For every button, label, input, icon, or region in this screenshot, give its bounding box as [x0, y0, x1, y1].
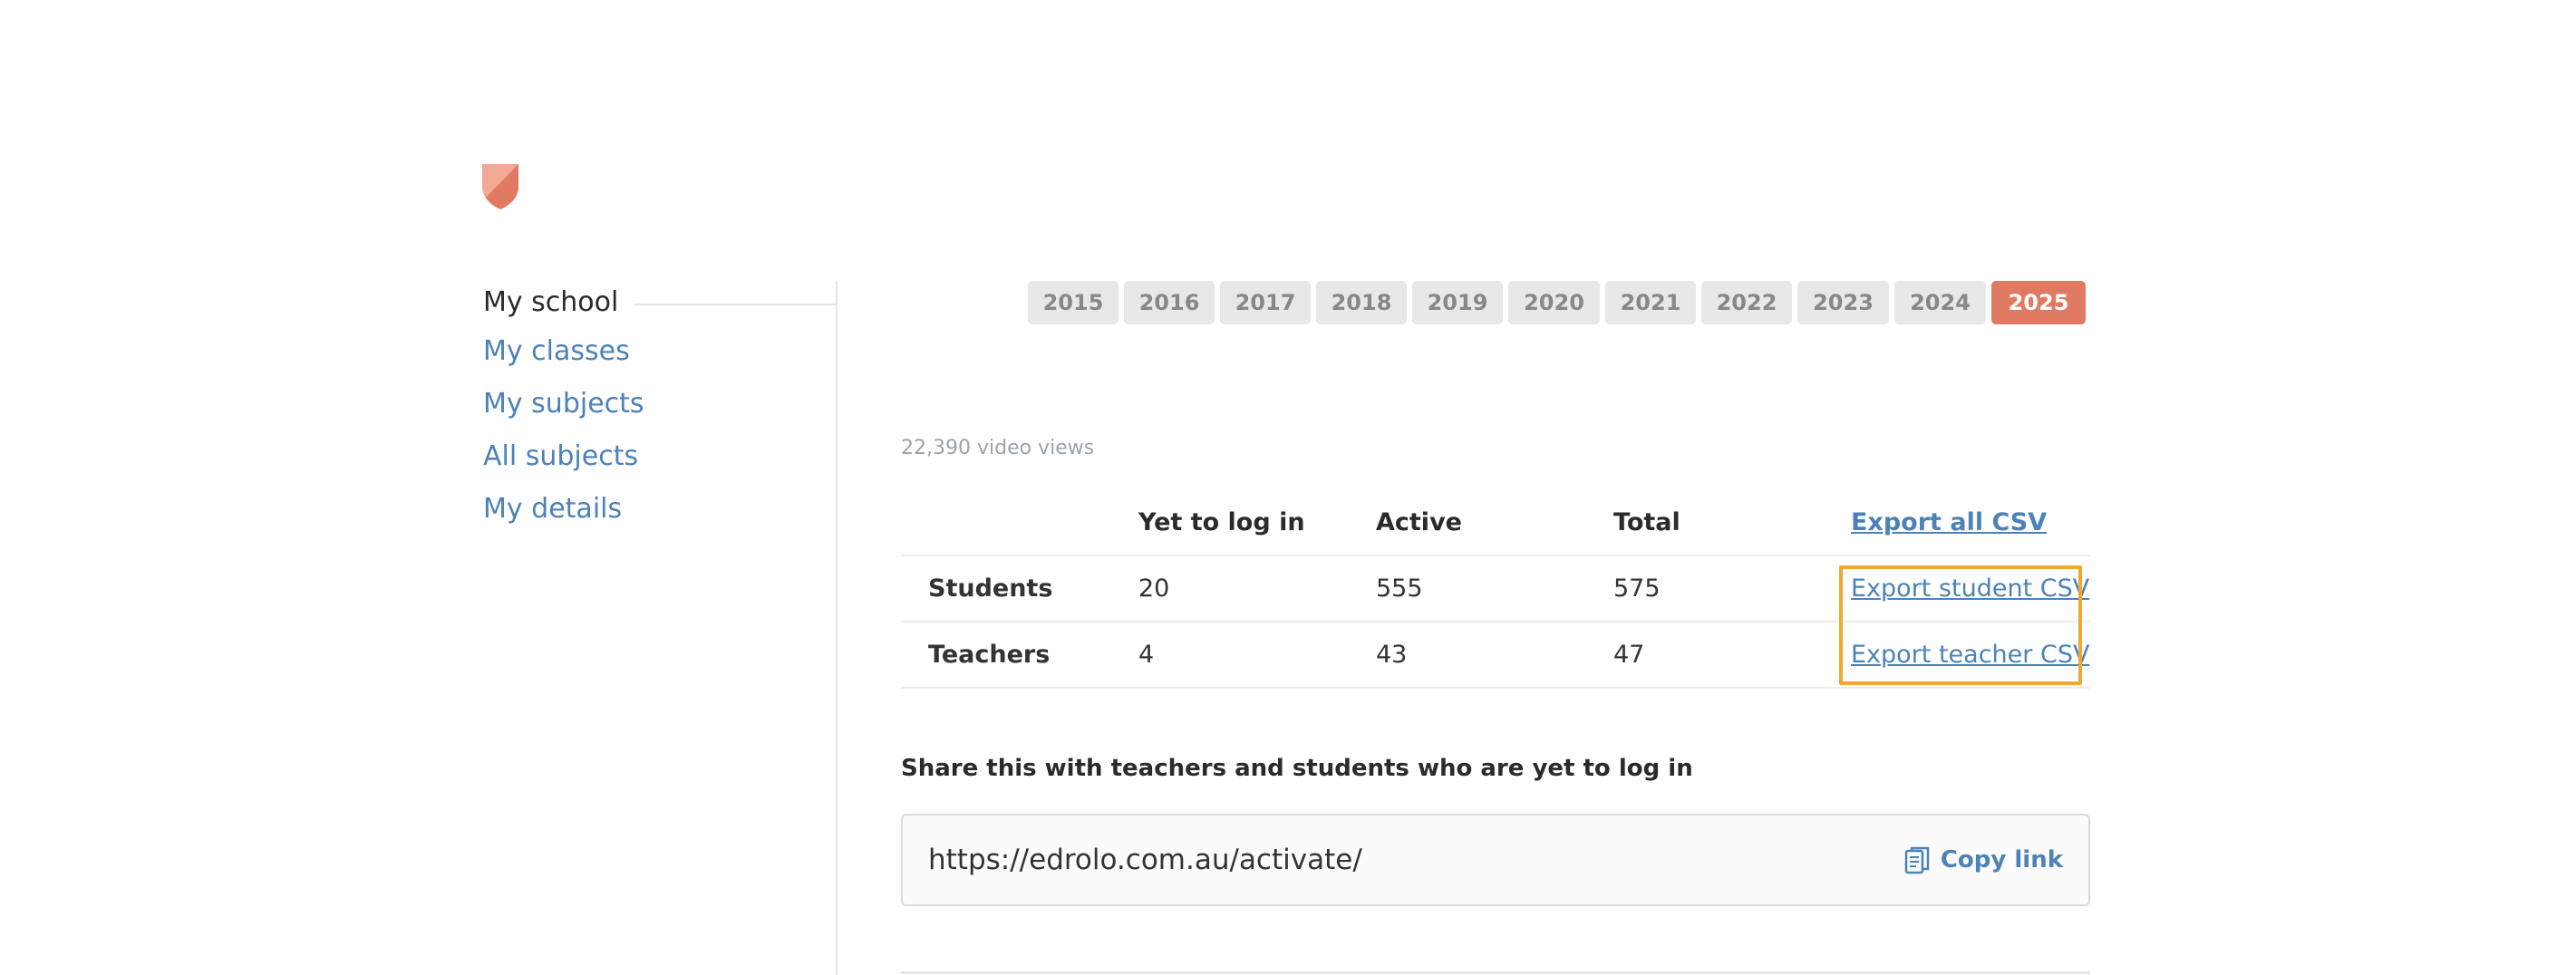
column-header-yet-to-log-in: Yet to log in [1138, 489, 1376, 556]
page: My school My classes My subjects All sub… [0, 0, 2576, 975]
sidebar-item-label: My school [483, 286, 619, 318]
sidebar-item-my-classes[interactable]: My classes [483, 329, 837, 381]
login-stats-table: Yet to log in Active Total Export all CS… [901, 489, 2090, 689]
activation-url[interactable]: https://edrolo.com.au/activate/ [928, 844, 1362, 876]
column-header-total: Total [1613, 489, 1851, 556]
year-pill-2025-selected[interactable]: 2025 [1991, 281, 2086, 324]
cell-students-active: 555 [1376, 555, 1613, 623]
share-link-box: https://edrolo.com.au/activate/ Copy lin… [901, 814, 2090, 906]
table-row: Students 20 555 575 Export student CSV [901, 555, 2090, 623]
sidebar-nav: My school My classes My subjects All sub… [483, 276, 837, 539]
table-row: Teachers 4 43 47 Export teacher CSV [901, 622, 2090, 689]
year-pill-2018[interactable]: 2018 [1316, 281, 1407, 324]
cell-teachers-active: 43 [1376, 622, 1613, 689]
sidebar-divider [836, 281, 838, 975]
row-label-students: Students [901, 555, 1138, 623]
copy-link-label: Copy link [1940, 846, 2063, 874]
year-selector: 2015 2016 2017 2018 2019 2020 2021 2022 … [1028, 281, 2086, 324]
export-all-cell: Export all CSV [1851, 489, 2090, 556]
copy-link-button[interactable]: Copy link [1904, 845, 2063, 874]
share-heading: Share this with teachers and students wh… [901, 755, 1693, 782]
year-pill-2022[interactable]: 2022 [1701, 281, 1792, 324]
column-header-blank [901, 489, 1138, 556]
year-pill-2023[interactable]: 2023 [1797, 281, 1889, 324]
cell-students-total: 575 [1613, 555, 1851, 623]
year-pill-2019[interactable]: 2019 [1412, 281, 1503, 324]
sidebar-item-my-details[interactable]: My details [483, 487, 837, 539]
cell-teachers-total: 47 [1613, 622, 1851, 689]
table-header-row: Yet to log in Active Total Export all CS… [901, 489, 2090, 556]
cell-students-yet: 20 [1138, 555, 1376, 623]
year-pill-2015[interactable]: 2015 [1028, 281, 1119, 324]
bottom-divider [901, 971, 2090, 974]
year-pill-2016[interactable]: 2016 [1124, 281, 1215, 324]
cell-teachers-yet: 4 [1138, 622, 1376, 689]
clipboard-icon [1904, 845, 1930, 874]
export-all-csv-link[interactable]: Export all CSV [1851, 508, 2047, 536]
year-pill-2017[interactable]: 2017 [1220, 281, 1311, 324]
export-student-csv-link[interactable]: Export student CSV [1851, 574, 2089, 603]
row-label-teachers: Teachers [901, 622, 1138, 689]
column-header-active: Active [1376, 489, 1613, 556]
export-teacher-csv-link[interactable]: Export teacher CSV [1851, 641, 2089, 669]
export-teacher-cell: Export teacher CSV [1851, 622, 2090, 689]
video-views-count: 22,390 video views [901, 437, 1095, 459]
year-pill-2020[interactable]: 2020 [1508, 281, 1600, 324]
export-student-cell: Export student CSV [1851, 555, 2090, 623]
sidebar-item-my-school[interactable]: My school [483, 276, 837, 329]
sidebar-item-all-subjects[interactable]: All subjects [483, 434, 837, 487]
shield-icon[interactable] [481, 163, 519, 210]
year-pill-2021[interactable]: 2021 [1605, 281, 1696, 324]
active-indicator-line [634, 304, 837, 305]
year-pill-2024[interactable]: 2024 [1894, 281, 1986, 324]
sidebar-item-my-subjects[interactable]: My subjects [483, 381, 837, 434]
